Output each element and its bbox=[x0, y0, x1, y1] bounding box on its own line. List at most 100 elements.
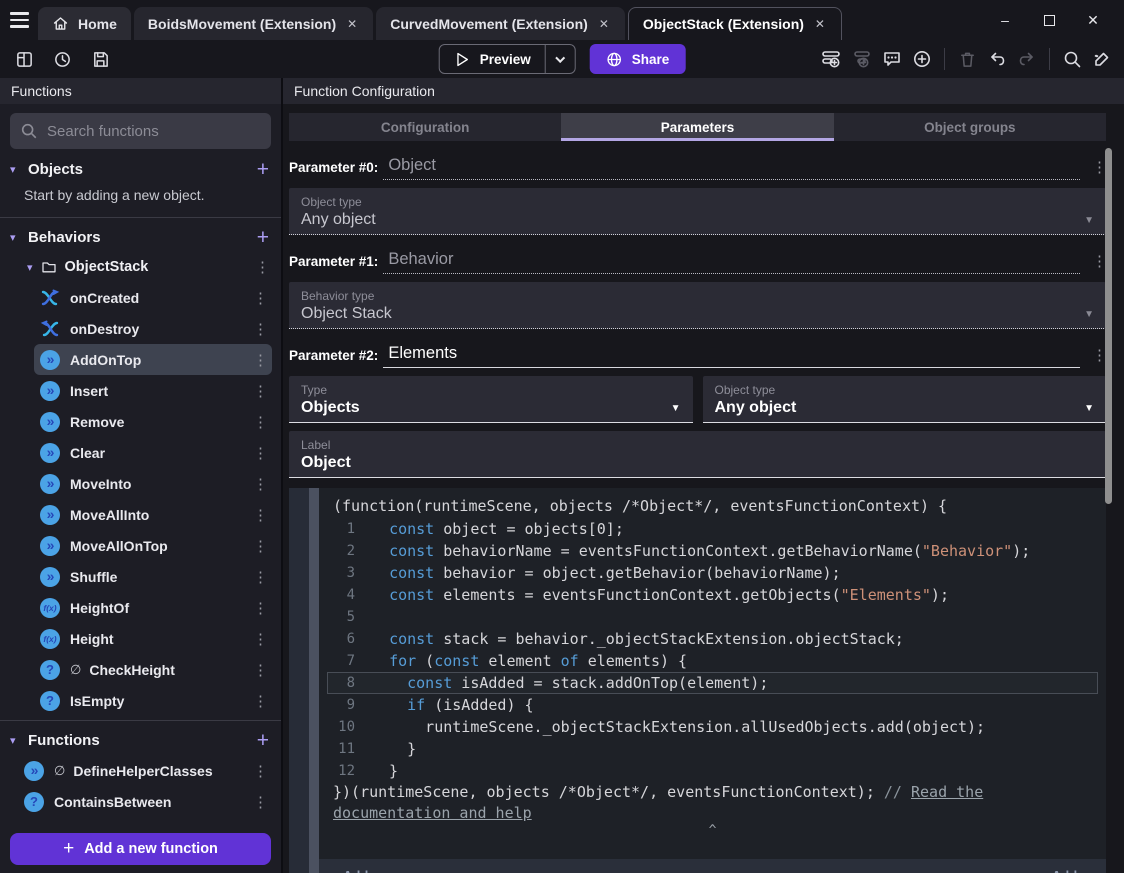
line-number: 1 bbox=[346, 521, 355, 537]
event-right: (function(runtimeScene, objects /*Object… bbox=[319, 488, 1106, 873]
function-item-clear[interactable]: » Clear ⋮ bbox=[34, 437, 272, 468]
chevron-down-icon[interactable]: ▾ bbox=[10, 231, 24, 244]
behavior-type-select[interactable]: Behavior type Object Stack ▼ bbox=[289, 282, 1106, 329]
item-menu-icon[interactable]: ⋮ bbox=[253, 568, 268, 586]
item-menu-icon[interactable]: ⋮ bbox=[253, 762, 268, 780]
share-button[interactable]: Share bbox=[589, 44, 686, 74]
function-item-shuffle[interactable]: » Shuffle ⋮ bbox=[34, 561, 272, 592]
function-item-moveinto[interactable]: » MoveInto ⋮ bbox=[34, 468, 272, 499]
project-manager-icon[interactable] bbox=[10, 45, 38, 73]
line-number: 2 bbox=[346, 543, 355, 559]
item-menu-icon[interactable]: ⋮ bbox=[253, 661, 268, 679]
parameter-name-field[interactable]: Elements bbox=[383, 344, 1080, 368]
item-menu-icon[interactable]: ⋮ bbox=[253, 537, 268, 555]
folder-icon bbox=[41, 259, 57, 275]
object-type-select[interactable]: Object type Any object ▼ bbox=[702, 376, 1106, 423]
chevron-down-icon[interactable]: ▾ bbox=[27, 261, 33, 274]
function-item-moveallinto[interactable]: » MoveAllInto ⋮ bbox=[34, 499, 272, 530]
search-input[interactable] bbox=[47, 122, 261, 140]
function-item-containsbetween[interactable]: ? ContainsBetween ⋮ bbox=[18, 786, 272, 817]
tab-objectstack-extension[interactable]: ObjectStack (Extension) ✕ bbox=[627, 7, 842, 40]
tab-home[interactable]: Home bbox=[38, 7, 131, 40]
event-drag-handle[interactable] bbox=[309, 488, 319, 873]
item-menu-icon[interactable]: ⋮ bbox=[253, 475, 268, 493]
function-item-height[interactable]: f(x) Height ⋮ bbox=[34, 623, 272, 654]
add-behaviors-icon[interactable]: + bbox=[257, 227, 269, 248]
tab-object-groups[interactable]: Object groups bbox=[834, 113, 1106, 141]
tab-boidsmovement-extension[interactable]: BoidsMovement (Extension) ✕ bbox=[133, 7, 374, 40]
line-number: 6 bbox=[346, 631, 355, 647]
add-hint-right[interactable]: Add... bbox=[1052, 868, 1088, 873]
minimize-button[interactable]: – bbox=[990, 6, 1020, 34]
item-menu-icon[interactable]: ⋮ bbox=[253, 630, 268, 648]
item-menu-icon[interactable]: ⋮ bbox=[253, 351, 268, 369]
item-menu-icon[interactable]: ⋮ bbox=[253, 599, 268, 617]
edit-events-icon[interactable] bbox=[1088, 45, 1116, 73]
main-menu-icon[interactable] bbox=[0, 0, 38, 40]
function-item-checkheight[interactable]: ? ∅ CheckHeight ⋮ bbox=[34, 654, 272, 685]
tab-parameters[interactable]: Parameters bbox=[561, 113, 834, 141]
parameter-menu-icon[interactable]: ⋮ bbox=[1092, 252, 1107, 274]
function-item-remove[interactable]: » Remove ⋮ bbox=[34, 406, 272, 437]
add-functions-icon[interactable]: + bbox=[257, 730, 269, 751]
vertical-scrollbar[interactable] bbox=[1105, 148, 1112, 504]
item-menu-icon[interactable]: ⋮ bbox=[253, 793, 268, 811]
function-item-oncreated[interactable]: onCreated ⋮ bbox=[34, 282, 272, 313]
function-item-insert[interactable]: » Insert ⋮ bbox=[34, 375, 272, 406]
maximize-button[interactable] bbox=[1034, 6, 1064, 34]
close-icon[interactable]: ✕ bbox=[813, 15, 827, 33]
parameter-menu-icon[interactable]: ⋮ bbox=[1092, 346, 1107, 368]
undo-icon[interactable] bbox=[983, 45, 1011, 73]
parameter-name-field[interactable]: Behavior bbox=[383, 250, 1080, 274]
add-event-icon[interactable] bbox=[818, 45, 846, 73]
preview-button[interactable]: Preview bbox=[440, 51, 545, 68]
function-item-moveallontop[interactable]: » MoveAllOnTop ⋮ bbox=[34, 530, 272, 561]
tab-curvedmovement-extension[interactable]: CurvedMovement (Extension) ✕ bbox=[376, 7, 625, 40]
object-type-select[interactable]: Object type Any object ▼ bbox=[289, 188, 1106, 235]
parameter-menu-icon[interactable]: ⋮ bbox=[1092, 158, 1107, 180]
item-menu-icon[interactable]: ⋮ bbox=[253, 320, 268, 338]
close-icon[interactable]: ✕ bbox=[345, 15, 359, 33]
item-menu-icon[interactable]: ⋮ bbox=[253, 506, 268, 524]
search-icon[interactable] bbox=[1058, 45, 1086, 73]
function-item-addontop[interactable]: » AddOnTop ⋮ bbox=[34, 344, 272, 375]
behavior-folder-objectstack[interactable]: ▾ ObjectStack ⋮ bbox=[0, 252, 281, 282]
main-title: Function Configuration bbox=[283, 78, 1124, 104]
add-objects-icon[interactable]: + bbox=[257, 159, 269, 180]
collapse-handle-icon[interactable]: ^ bbox=[327, 824, 1098, 842]
item-menu-icon[interactable]: ⋮ bbox=[253, 413, 268, 431]
tab-configuration[interactable]: Configuration bbox=[289, 113, 561, 141]
save-icon[interactable] bbox=[86, 45, 114, 73]
item-menu-icon[interactable]: ⋮ bbox=[255, 258, 270, 276]
function-item-label: AddOnTop bbox=[70, 351, 142, 368]
history-icon[interactable] bbox=[48, 45, 76, 73]
function-item-ondestroy[interactable]: onDestroy ⋮ bbox=[34, 313, 272, 344]
item-menu-icon[interactable]: ⋮ bbox=[253, 382, 268, 400]
function-item-label: Shuffle bbox=[70, 568, 118, 585]
code-text: const object = objects[0]; bbox=[389, 520, 624, 538]
function-item-heightof[interactable]: f(x) HeightOf ⋮ bbox=[34, 592, 272, 623]
code-line-12: 12 } bbox=[327, 760, 1098, 782]
add-hint-left[interactable]: Add... bbox=[343, 868, 379, 873]
close-icon[interactable]: ✕ bbox=[597, 15, 611, 33]
add-other-event-icon[interactable] bbox=[908, 45, 936, 73]
function-item-definehelperclasses[interactable]: » ∅ DefineHelperClasses ⋮ bbox=[18, 755, 272, 786]
field-label: Object type bbox=[301, 195, 362, 209]
preview-dropdown-button[interactable] bbox=[544, 45, 575, 73]
item-menu-icon[interactable]: ⋮ bbox=[253, 692, 268, 710]
chevron-down-icon[interactable]: ▾ bbox=[10, 734, 24, 747]
code-text: const behavior = object.getBehavior(beha… bbox=[389, 564, 841, 582]
parameter-name-field[interactable]: Object bbox=[383, 156, 1080, 180]
type-select[interactable]: Type Objects ▼ bbox=[289, 376, 693, 423]
item-menu-icon[interactable]: ⋮ bbox=[253, 444, 268, 462]
add-function-button[interactable]: + Add a new function bbox=[10, 833, 271, 865]
chevron-down-icon[interactable]: ▾ bbox=[10, 163, 24, 176]
label-select[interactable]: Label Object bbox=[289, 431, 1106, 478]
redo-icon bbox=[1013, 45, 1041, 73]
close-button[interactable]: ✕ bbox=[1078, 6, 1108, 34]
javascript-code-editor[interactable]: (function(runtimeScene, objects /*Object… bbox=[319, 488, 1106, 859]
function-item-isempty[interactable]: ? IsEmpty ⋮ bbox=[34, 685, 272, 716]
add-comment-icon[interactable] bbox=[878, 45, 906, 73]
item-menu-icon[interactable]: ⋮ bbox=[253, 289, 268, 307]
chevron-down-icon bbox=[555, 52, 566, 63]
